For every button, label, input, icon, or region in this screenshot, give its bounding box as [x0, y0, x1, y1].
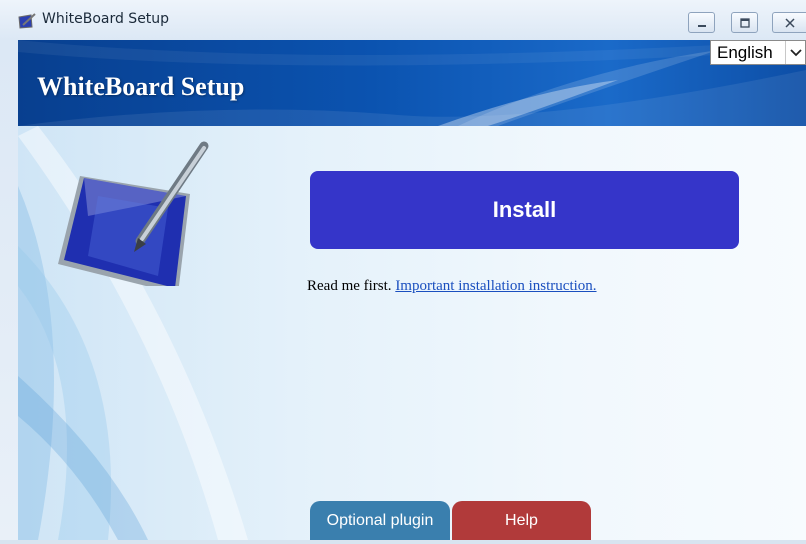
readme-prefix: Read me first.	[307, 278, 392, 294]
banner-title: WhiteBoard Setup	[37, 72, 245, 101]
close-button[interactable]	[772, 12, 806, 33]
maximize-button[interactable]	[731, 12, 758, 33]
install-button[interactable]: Install	[310, 171, 739, 249]
whiteboard-pen-logo	[58, 136, 218, 294]
title-bar[interactable]: WhiteBoard Setup	[0, 0, 806, 40]
window-bottom-border	[0, 540, 806, 544]
tab-help[interactable]: Help	[452, 501, 591, 540]
window-border	[0, 40, 18, 540]
tab-optional-plugin-label: Optional plugin	[326, 511, 434, 529]
setup-window: WhiteBoard Setup WhiteBoard Setup Englis…	[0, 0, 806, 544]
installation-instruction-link[interactable]: Important installation instruction.	[395, 278, 596, 294]
maximize-icon	[739, 17, 750, 28]
language-select[interactable]: English	[710, 40, 806, 65]
chevron-down-icon[interactable]	[785, 41, 805, 64]
content-area: Install Read me first. Important install…	[18, 126, 806, 540]
window-title: WhiteBoard Setup	[42, 11, 170, 27]
close-icon	[784, 17, 795, 28]
install-button-label: Install	[492, 197, 557, 222]
readme-line: Read me first. Important installation in…	[307, 278, 597, 295]
tab-optional-plugin[interactable]: Optional plugin	[310, 501, 450, 540]
minimize-button[interactable]	[688, 12, 715, 33]
whiteboard-app-icon	[18, 13, 36, 29]
language-value: English	[717, 43, 773, 62]
header-banner: WhiteBoard Setup	[18, 40, 806, 126]
tab-help-label: Help	[505, 511, 538, 529]
minimize-icon	[697, 24, 706, 27]
